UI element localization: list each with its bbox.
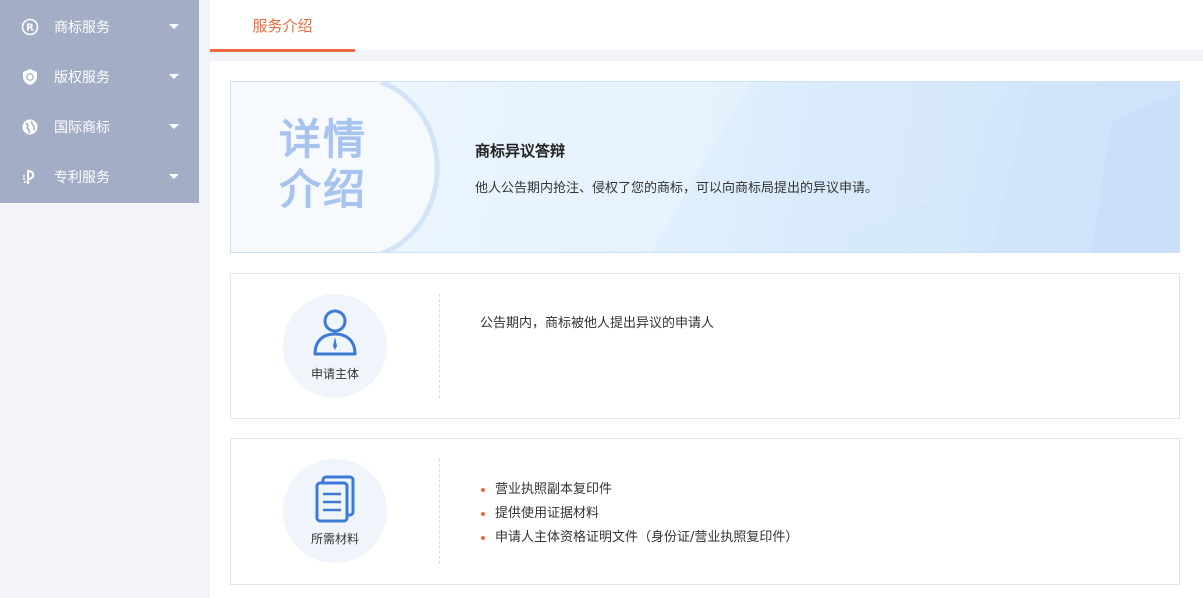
applicant-card: 申请主体 公告期内，商标被他人提出异议的申请人 — [230, 273, 1180, 419]
tab-service-intro[interactable]: 服务介绍 — [210, 0, 355, 52]
main-content: 服务介绍 详情 介绍 商标异议答辩 他人公告期内抢注、侵权了您的商标，可以向商标… — [210, 0, 1203, 598]
chevron-down-icon — [169, 174, 179, 179]
chevron-down-icon — [169, 24, 179, 29]
applicant-text: 公告期内，商标被他人提出异议的申请人 — [480, 316, 715, 331]
list-item: 申请人主体资格证明文件（身份证/营业执照复印件） — [481, 526, 798, 550]
applicant-label: 申请主体 — [310, 367, 359, 381]
materials-label: 所需材料 — [310, 532, 359, 546]
tab-label: 服务介绍 — [252, 16, 313, 35]
sidebar-item-trademark[interactable]: R 商标服务 — [0, 2, 199, 52]
sidebar-menu: R 商标服务 版权服务 国际商标 专利服务 — [0, 0, 199, 203]
materials-icon-circle: 所需材料 — [283, 459, 387, 563]
chevron-down-icon — [169, 124, 179, 129]
globe-icon — [20, 117, 40, 137]
svg-text:R: R — [26, 23, 34, 34]
list-item: 提供使用证据材料 — [481, 502, 798, 526]
materials-list: 营业执照副本复印件 提供使用证据材料 申请人主体资格证明文件（身份证/营业执照复… — [481, 478, 798, 550]
banner-badge-line2: 介绍 — [279, 165, 368, 214]
divider — [439, 459, 440, 564]
patent-icon — [20, 167, 40, 187]
applicant-icon-circle: 申请主体 — [283, 294, 387, 398]
service-title: 商标异议答辩 — [475, 142, 566, 160]
document-icon — [315, 475, 355, 523]
materials-card: 所需材料 营业执照副本复印件 提供使用证据材料 申请人主体资格证明文件（身份证/… — [230, 438, 1180, 585]
service-description: 他人公告期内抢注、侵权了您的商标，可以向商标局提出的异议申请。 — [475, 181, 879, 196]
detail-banner: 详情 介绍 商标异议答辩 他人公告期内抢注、侵权了您的商标，可以向商标局提出的异… — [230, 81, 1180, 253]
person-icon — [313, 309, 357, 356]
banner-badge-line1: 详情 — [279, 115, 368, 164]
sidebar-item-label: 国际商标 — [54, 120, 110, 136]
sidebar-item-label: 版权服务 — [54, 70, 110, 86]
copyright-shield-icon — [20, 67, 40, 87]
sidebar: R 商标服务 版权服务 国际商标 专利服务 — [0, 0, 199, 203]
sidebar-item-patent[interactable]: 专利服务 — [0, 152, 199, 202]
sidebar-item-copyright[interactable]: 版权服务 — [0, 52, 199, 102]
banner-badge: 详情 介绍 — [231, 82, 441, 252]
list-item: 营业执照副本复印件 — [481, 478, 798, 502]
divider — [439, 294, 440, 398]
tab-bar: 服务介绍 — [210, 0, 1203, 61]
chevron-down-icon — [169, 74, 179, 79]
sidebar-item-intl-trademark[interactable]: 国际商标 — [0, 102, 199, 152]
sidebar-item-label: 专利服务 — [54, 170, 110, 186]
sidebar-item-label: 商标服务 — [54, 20, 110, 36]
registered-icon: R — [20, 17, 40, 37]
